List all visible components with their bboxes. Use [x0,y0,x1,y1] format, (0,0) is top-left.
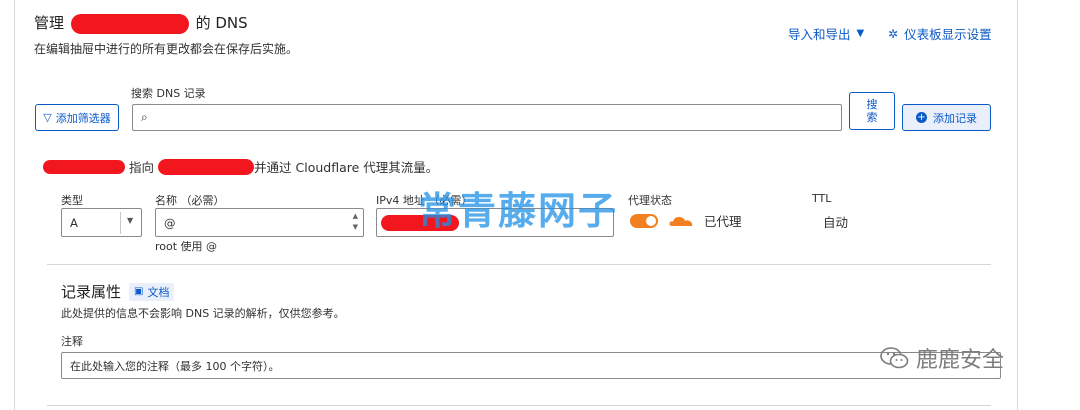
search-input[interactable]: ⌕ [132,104,842,131]
proxy-status-label: 代理状态 [628,194,672,207]
search-button-label-2: 索 [866,111,878,124]
chevron-down-icon: ▼ [856,28,865,39]
ttl-value: 自动 [823,215,849,230]
redacted-ip [158,158,255,175]
docs-label: 文档 [147,285,170,299]
chevron-down-icon: ▼ [127,216,134,225]
type-select[interactable]: A ▼ [61,208,142,237]
wechat-icon [880,346,910,370]
proxy-status: 已代理 [630,211,742,230]
record-attributes-description: 此处提供的信息不会影响 DNS 记录的解析，仅供您参考。 [61,307,345,320]
proxy-status-value: 已代理 [704,214,742,229]
record-attributes-title: 记录属性 [61,283,122,301]
search-button[interactable]: 搜 索 [849,92,895,130]
name-input[interactable]: @ ▲ ▼ [155,208,364,237]
add-record-button[interactable]: + 添加记录 [902,104,991,131]
dashboard-settings-link[interactable]: ✲ 仪表板显示设置 [888,24,992,43]
stepper-icon: ▲ ▼ [352,212,358,231]
page-title-suffix: 的 DNS [195,14,248,32]
proxy-toggle[interactable] [630,213,658,228]
gear-icon: ✲ [888,26,899,41]
import-export-label: 导入和导出 [788,27,851,42]
docs-link[interactable]: ▣ 文档 [129,282,175,301]
page-title: 管理 的 DNS [34,12,248,34]
name-label: 名称 （必需） [155,194,225,207]
redacted-domain [70,13,189,34]
type-label: 类型 [61,194,83,207]
ttl-label: TTL [812,192,832,205]
name-hint: root 使用 @ [155,240,218,253]
toggle-knob [646,215,656,226]
notice-text-1: 指向 [129,160,155,175]
comment-input[interactable]: 在此处输入您的注释（最多 100 个字符）。 [61,352,1001,379]
name-input-value: @ [164,215,176,230]
search-icon: ⌕ [141,110,148,124]
record-notice: 指向 并通过 Cloudflare 代理其流量。 [43,157,438,176]
filter-icon: ▽ [43,111,52,124]
wechat-watermark: 鹿鹿安全 [880,342,1004,374]
watermark-text: 常青藤网子 [418,189,619,233]
add-record-label: 添加记录 [933,111,977,125]
add-filter-label: 添加筛选器 [55,111,111,125]
comment-label: 注释 [61,335,83,348]
import-export-menu[interactable]: 导入和导出 ▼ [788,24,864,43]
bottom-divider [47,405,991,406]
select-divider [120,212,121,234]
record-attributes-heading: 记录属性 ▣ 文档 [61,281,175,302]
search-button-label-1: 搜 [866,98,878,111]
type-select-value: A [70,215,78,230]
add-filter-button[interactable]: ▽ 添加筛选器 [35,104,119,131]
wechat-text: 鹿鹿安全 [916,348,1005,373]
dashboard-settings-label: 仪表板显示设置 [904,27,992,42]
page-subtitle: 在编辑抽屉中进行的所有更改都会在保存后实施。 [34,42,299,56]
search-label: 搜索 DNS 记录 [131,87,206,100]
docs-icon: ▣ [134,286,144,297]
cloud-icon [668,214,694,228]
redacted-name [43,159,125,174]
section-divider [47,264,991,265]
notice-text-2: 并通过 Cloudflare 代理其流量。 [254,160,439,175]
page-title-prefix: 管理 [34,14,65,32]
plus-circle-icon: + [916,112,927,123]
comment-placeholder: 在此处输入您的注释（最多 100 个字符）。 [70,359,280,373]
